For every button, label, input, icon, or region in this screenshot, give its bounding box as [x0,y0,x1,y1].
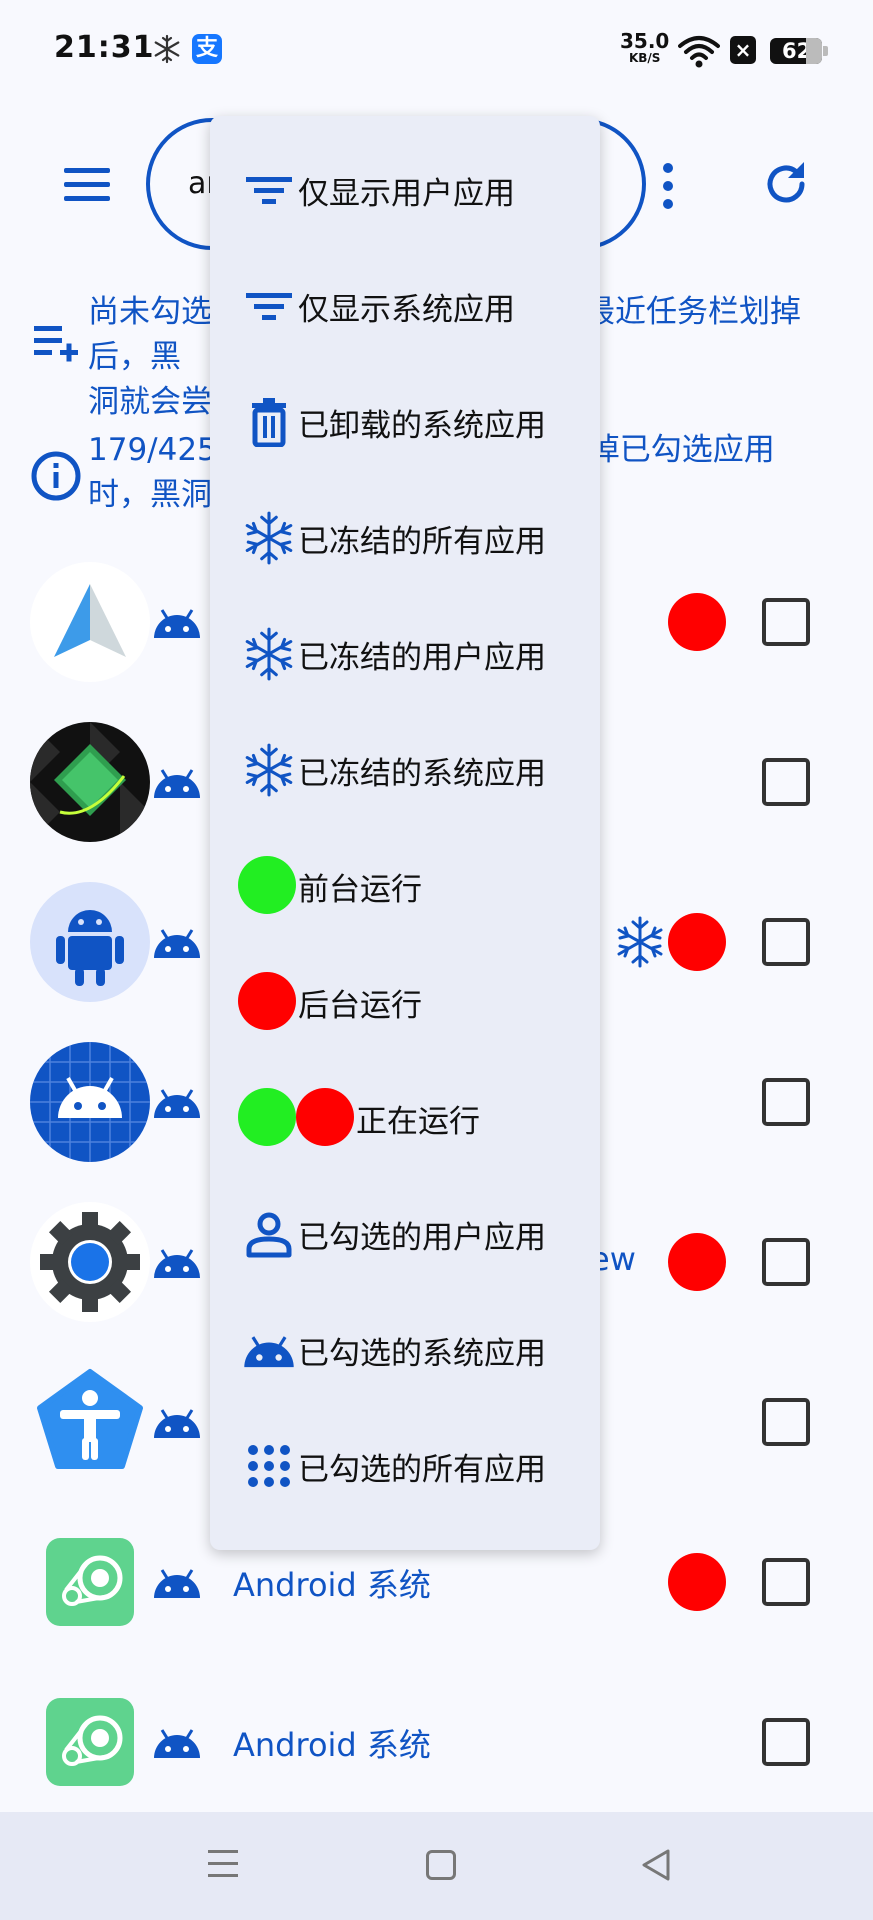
settings-gear-icon [30,1202,150,1322]
android-auto-icon [30,562,150,682]
red-dot-icon [296,1088,354,1146]
menu-item-checked-all-apps[interactable]: 已勾选的所有应用 [210,1406,600,1522]
green-dot-icon [238,1088,296,1146]
menu-item-background-running[interactable]: 后台运行 [210,942,600,1058]
android-head-icon [244,1336,294,1368]
android-head-icon [154,1409,200,1438]
app-row[interactable]: Android 系统 [0,1662,873,1822]
trash-icon [252,398,286,447]
snowflake-icon [245,743,293,797]
menu-item-running[interactable]: 正在运行 [210,1058,600,1174]
accessibility-icon [30,1362,150,1482]
info-icon [31,451,81,501]
green-app-icon [30,722,150,842]
green-dot-icon [238,856,296,914]
menu-item-system-apps-only[interactable]: 仅显示系统应用 [210,246,600,362]
background-running-indicator [668,1233,726,1291]
menu-item-label: 正在运行 [356,1104,480,1140]
close-notification-icon: × [730,36,756,64]
refresh-icon[interactable] [762,160,810,208]
android-head-icon [154,1249,200,1278]
background-running-indicator [668,1553,726,1611]
grid-dots-icon [248,1445,290,1487]
menu-item-uninstalled-system-apps[interactable]: 已卸载的系统应用 [210,362,600,478]
person-icon [246,1212,292,1258]
background-running-indicator [668,913,726,971]
menu-item-label: 后台运行 [298,988,422,1024]
app-name: Android 系统 [233,1726,431,1764]
hamburger-menu-icon[interactable] [64,168,110,202]
android-head-icon [154,929,200,958]
android-system-icon [46,1538,134,1626]
battery-icon: 62 [770,38,828,64]
menu-item-frozen-system-apps[interactable]: 已冻结的系统应用 [210,710,600,826]
app-checkbox[interactable] [762,1558,810,1606]
menu-item-foreground-running[interactable]: 前台运行 [210,826,600,942]
menu-item-label: 已勾选的系统应用 [298,1336,546,1372]
navigation-bar [0,1812,873,1920]
menu-item-frozen-all-apps[interactable]: 已冻结的所有应用 [210,478,600,594]
nav-home-icon[interactable] [426,1850,456,1880]
nav-back-icon[interactable] [640,1848,672,1882]
menu-item-label: 已勾选的用户应用 [298,1220,546,1256]
status-time: 21:31 [54,30,155,65]
app-checkbox[interactable] [762,918,810,966]
menu-item-user-apps-only[interactable]: 仅显示用户应用 [210,130,600,246]
more-vertical-icon[interactable] [656,162,680,210]
menu-item-checked-system-apps[interactable]: 已勾选的系统应用 [210,1290,600,1406]
android-robot-icon [30,882,150,1002]
app-checkbox[interactable] [762,1238,810,1286]
android-head-icon [154,609,200,638]
battery-empty-part [806,38,822,64]
app-checkbox[interactable] [762,1718,810,1766]
menu-item-label: 已勾选的所有应用 [298,1452,546,1488]
status-bar: 21:31 支 35.0 KB/S × 62 [0,0,873,100]
snowflake-icon [154,34,180,64]
menu-item-frozen-user-apps[interactable]: 已冻结的用户应用 [210,594,600,710]
menu-item-label: 仅显示系统应用 [298,292,515,328]
android-head-icon [154,1569,200,1598]
playlist-add-icon [34,326,78,362]
menu-item-checked-user-apps[interactable]: 已勾选的用户应用 [210,1174,600,1290]
menu-item-label: 已冻结的系统应用 [298,756,546,792]
frozen-snowflake-icon [617,916,663,968]
snowflake-icon [245,627,293,681]
android-system-icon [46,1698,134,1786]
menu-item-label: 已冻结的用户应用 [298,640,546,676]
red-dot-icon [238,972,296,1030]
background-running-indicator [668,593,726,651]
app-checkbox[interactable] [762,758,810,806]
android-head-icon [154,1089,200,1118]
android-head-icon [154,769,200,798]
filter-icon [246,177,292,204]
app-checkbox[interactable] [762,1078,810,1126]
filter-icon [246,293,292,320]
network-speed: 35.0 KB/S [620,31,669,67]
menu-item-label: 已冻结的所有应用 [298,524,546,560]
menu-item-label: 已卸载的系统应用 [298,408,546,444]
android-head-icon [154,1729,200,1758]
nav-menu-icon[interactable] [208,1848,238,1880]
app-checkbox[interactable] [762,598,810,646]
wifi-icon [678,36,720,68]
app-name: Android 系统 [233,1566,431,1604]
menu-item-label: 前台运行 [298,872,422,908]
filter-dropdown-menu: 仅显示用户应用 仅显示系统应用 已卸载的系统应用 已冻结的所有应用 已冻结的用户… [210,116,600,1550]
menu-item-label: 仅显示用户应用 [298,176,515,212]
snowflake-icon [245,511,293,565]
android-blueprint-icon [30,1042,150,1162]
alipay-icon: 支 [192,34,222,64]
app-checkbox[interactable] [762,1398,810,1446]
